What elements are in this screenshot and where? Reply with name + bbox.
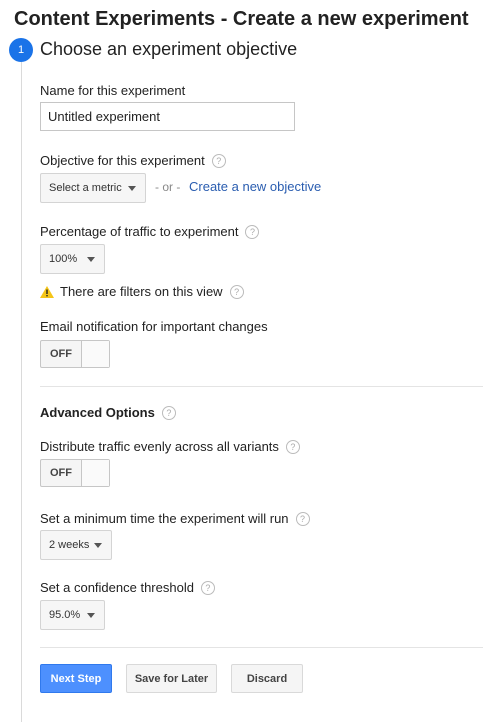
help-icon[interactable]: ? [161,405,176,420]
chevron-down-icon [87,613,95,618]
objective-metric-value: Select a metric [49,182,122,194]
toggle-knob [81,341,109,367]
step-title: Choose an experiment objective [40,39,298,59]
experiment-name-input[interactable] [40,102,295,131]
toggle-state-label: OFF [50,348,72,360]
email-notification-toggle[interactable]: OFF [40,340,110,368]
warning-icon [40,285,54,298]
confidence-value: 95.0% [49,609,81,621]
name-label-text: Name for this experiment [40,83,186,98]
section-divider [40,386,483,387]
advanced-options-heading: Advanced Options ? [40,405,176,420]
or-separator: - or - [155,180,181,194]
toggle-knob [81,460,109,486]
chevron-down-icon [87,257,95,262]
min-time-value: 2 weeks [49,539,90,551]
chevron-down-icon [128,186,136,191]
discard-button[interactable]: Discard [231,664,303,693]
traffic-label: Percentage of traffic to experiment ? [40,224,260,239]
section-divider [40,647,483,648]
distribute-traffic-label-text: Distribute traffic evenly across all var… [40,439,279,454]
distribute-traffic-toggle[interactable]: OFF [40,459,110,487]
toggle-state-label: OFF [50,467,72,479]
distribute-traffic-label: Distribute traffic evenly across all var… [40,439,300,454]
traffic-percentage-select[interactable]: 100% [40,244,105,274]
step-connector-line [21,62,22,722]
next-step-button[interactable]: Next Step [40,664,112,693]
page-title: Content Experiments - Create a new exper… [14,8,469,30]
min-time-select[interactable]: 2 weeks [40,530,112,560]
advanced-options-heading-text: Advanced Options [40,405,155,420]
traffic-percentage-value: 100% [49,253,78,265]
filters-warning-text: There are filters on this view [60,284,223,299]
step-number-badge: 1 [9,38,33,62]
help-icon[interactable]: ? [200,580,215,595]
create-objective-link[interactable]: Create a new objective [189,179,321,194]
help-icon[interactable]: ? [295,511,310,526]
objective-metric-select[interactable]: Select a metric [40,173,146,203]
objective-label-text: Objective for this experiment [40,153,205,168]
confidence-select[interactable]: 95.0% [40,600,105,630]
help-icon[interactable]: ? [285,439,300,454]
confidence-label: Set a confidence threshold ? [40,580,215,595]
help-icon[interactable]: ? [229,284,244,299]
traffic-label-text: Percentage of traffic to experiment [40,224,239,239]
email-notification-label-text: Email notification for important changes [40,319,268,334]
email-notification-label: Email notification for important changes [40,319,268,334]
objective-label: Objective for this experiment ? [40,153,226,168]
min-time-label-text: Set a minimum time the experiment will r… [40,511,289,526]
min-time-label: Set a minimum time the experiment will r… [40,511,310,526]
help-icon[interactable]: ? [245,224,260,239]
filters-warning: There are filters on this view ? [40,284,244,299]
save-for-later-button[interactable]: Save for Later [126,664,217,693]
name-label: Name for this experiment [40,83,185,98]
confidence-label-text: Set a confidence threshold [40,580,194,595]
help-icon[interactable]: ? [211,153,226,168]
chevron-down-icon [94,543,102,548]
